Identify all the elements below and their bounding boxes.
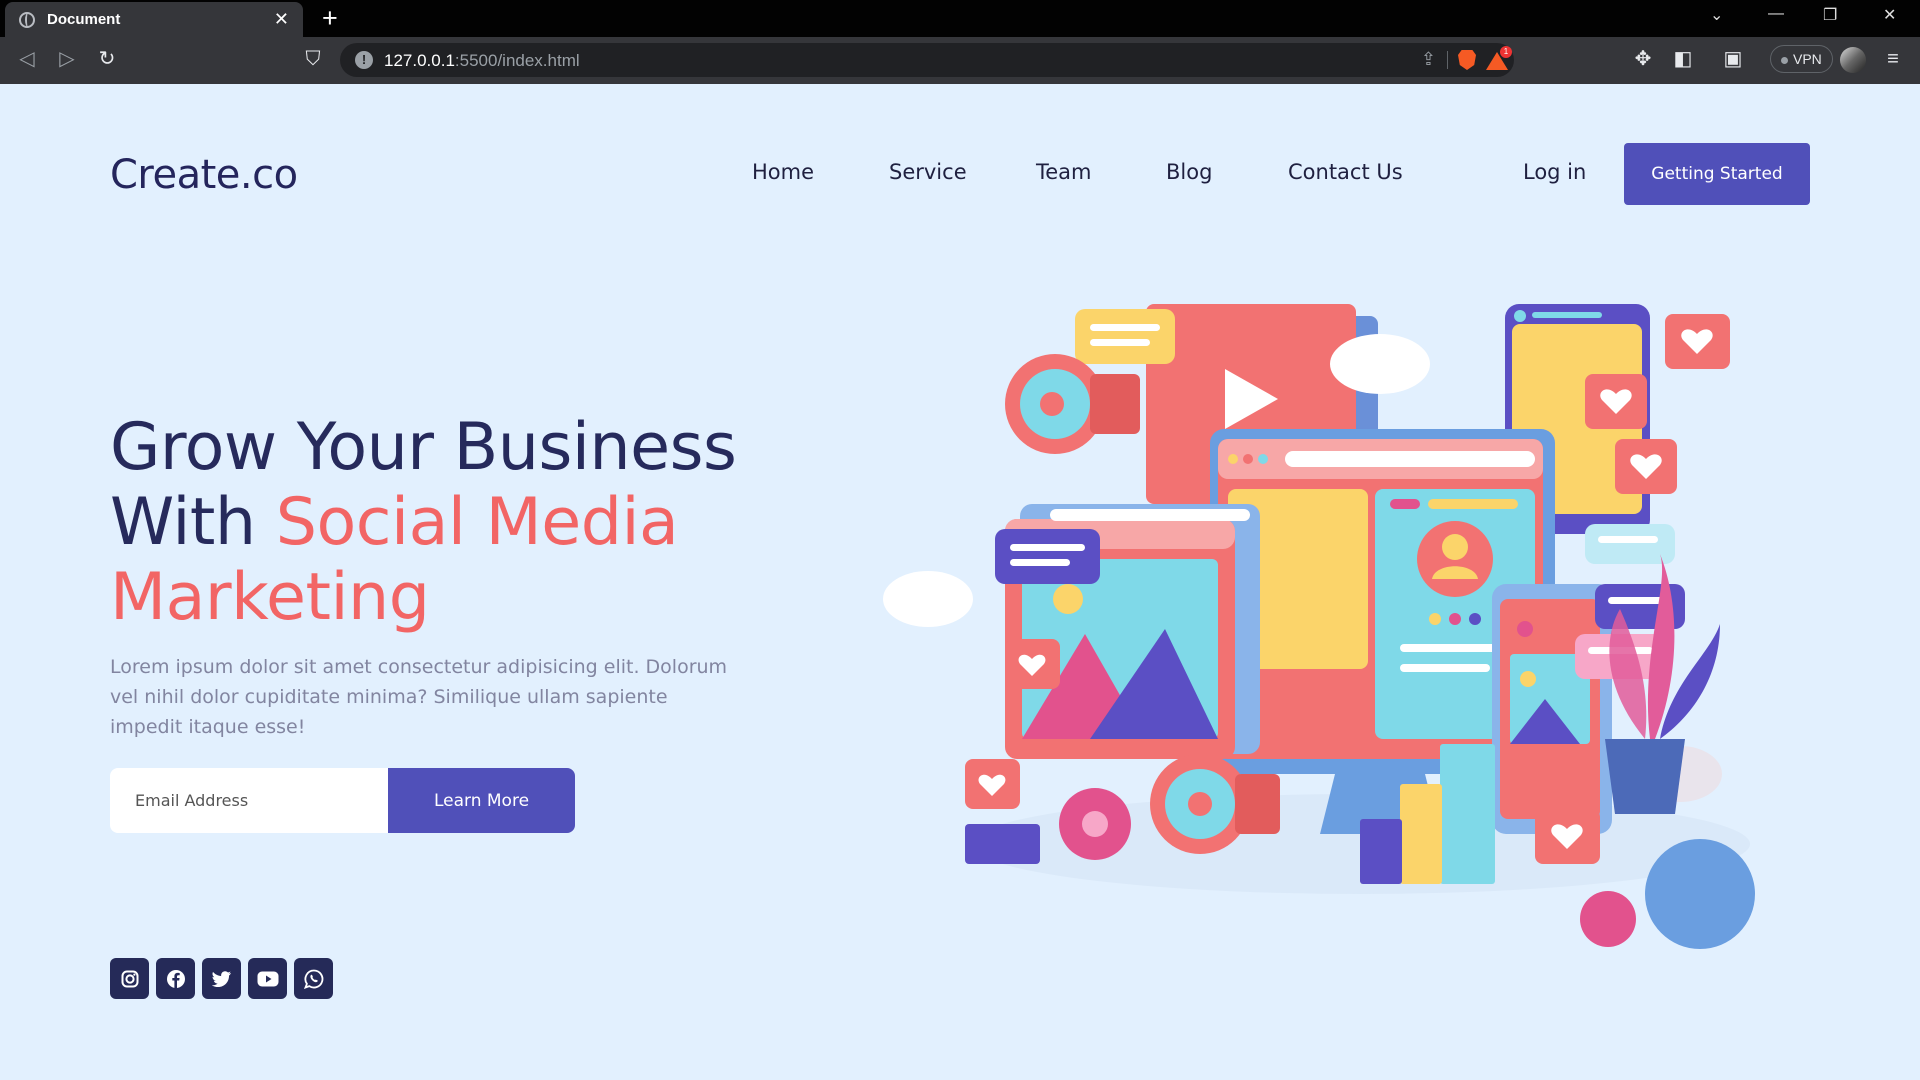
extensions-icon[interactable]: ✥ — [1630, 47, 1656, 71]
vpn-button[interactable]: VPN — [1770, 45, 1833, 73]
site-logo[interactable]: Create.co — [110, 152, 298, 198]
window-close-icon[interactable]: ✕ — [1883, 5, 1896, 25]
sidebar-icon[interactable]: ◧ — [1670, 47, 1696, 71]
twitter-icon[interactable] — [202, 958, 241, 999]
browser-tab-bar: Document ✕ + ⌄ — ❐ ✕ — [0, 0, 1920, 37]
instagram-icon[interactable] — [110, 958, 149, 999]
nav-team[interactable]: Team — [1036, 160, 1092, 184]
menu-icon[interactable]: ≡ — [1880, 47, 1906, 71]
tab-close-icon[interactable]: ✕ — [274, 9, 289, 30]
headline-accent-2: Marketing — [110, 560, 430, 635]
landing-page: Create.co Home Service Team Blog Contact… — [0, 84, 1920, 1080]
nav-blog[interactable]: Blog — [1166, 160, 1212, 184]
profile-avatar[interactable] — [1840, 47, 1866, 73]
learn-more-button[interactable]: Learn More — [388, 768, 575, 833]
nav-contact-us[interactable]: Contact Us — [1288, 160, 1403, 184]
getting-started-button[interactable]: Getting Started — [1624, 143, 1810, 205]
youtube-icon[interactable] — [248, 958, 287, 999]
brave-shields-icon[interactable] — [1458, 50, 1476, 70]
headline-line-1: Grow Your Business — [110, 410, 737, 485]
restore-icon[interactable]: ❐ — [1823, 5, 1837, 25]
browser-tab[interactable]: Document ✕ — [5, 2, 303, 37]
globe-icon — [19, 11, 35, 28]
tab-title: Document — [47, 11, 121, 28]
facebook-icon[interactable] — [156, 958, 195, 999]
login-link[interactable]: Log in — [1523, 160, 1586, 184]
social-media-illustration — [883, 304, 1755, 949]
wallet-icon[interactable]: ▣ — [1720, 47, 1746, 71]
browser-toolbar: ◁ ▷ ↻ ⛉ ! 127.0.0.1:5500/index.html ⇪ 1 … — [0, 37, 1920, 84]
social-links — [110, 958, 333, 999]
new-tab-button[interactable]: + — [322, 3, 338, 33]
hero-paragraph: Lorem ipsum dolor sit amet consectetur a… — [110, 656, 728, 738]
nav-service[interactable]: Service — [889, 160, 967, 184]
separator — [1447, 51, 1448, 69]
whatsapp-icon[interactable] — [294, 958, 333, 999]
share-icon[interactable]: ⇪ — [1421, 49, 1436, 70]
signup-form: Learn More — [110, 768, 575, 833]
nav-home[interactable]: Home — [752, 160, 814, 184]
url-text[interactable]: 127.0.0.1:5500/index.html — [384, 51, 580, 71]
forward-icon[interactable]: ▷ — [54, 47, 80, 71]
hero-headline: Grow Your Business With Social Media Mar… — [110, 410, 870, 635]
back-icon[interactable]: ◁ — [14, 47, 40, 71]
address-bar[interactable]: ! 127.0.0.1:5500/index.html ⇪ 1 — [340, 43, 1514, 77]
bookmark-icon[interactable]: ⛉ — [300, 47, 326, 71]
minimize-icon[interactable]: — — [1768, 5, 1784, 23]
rewards-badge: 1 — [1500, 46, 1512, 58]
tab-search-icon[interactable]: ⌄ — [1710, 5, 1723, 25]
site-info-icon[interactable]: ! — [355, 51, 373, 69]
headline-accent-1: Social Media — [275, 485, 679, 560]
email-field[interactable] — [110, 768, 388, 833]
reload-icon[interactable]: ↻ — [94, 47, 120, 71]
headline-with: With — [110, 485, 276, 560]
